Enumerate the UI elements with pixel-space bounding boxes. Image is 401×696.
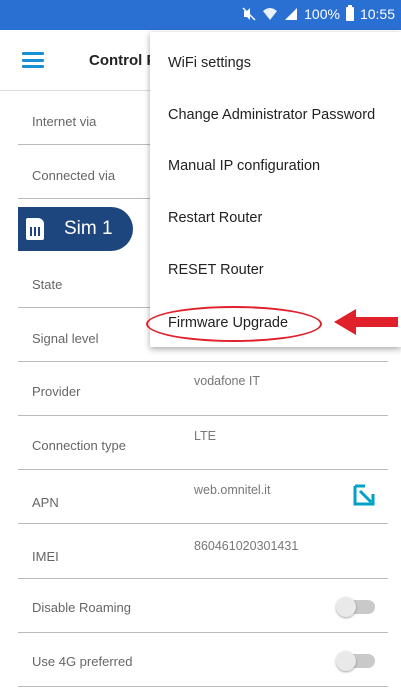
sim-card-icon	[26, 218, 44, 240]
status-bar: 100% 10:55	[0, 0, 401, 30]
signal-level-label: Signal level	[32, 331, 99, 346]
disable-roaming-label: Disable Roaming	[32, 600, 131, 615]
connection-type-value: LTE	[194, 429, 216, 443]
imei-value: 860461020301431	[194, 539, 299, 553]
sim-tab-label: Sim 1	[64, 218, 113, 239]
signal-icon	[285, 8, 298, 20]
connection-type-label: Connection type	[32, 438, 126, 453]
menu-item-change-admin-password[interactable]: Change Administrator Password	[168, 107, 375, 123]
menu-item-reset-router[interactable]: RESET Router	[168, 262, 264, 278]
clock: 10:55	[359, 6, 395, 22]
provider-value: vodafone IT	[194, 374, 261, 388]
connected-via-label: Connected via	[32, 168, 116, 183]
battery-icon	[345, 5, 354, 21]
menu-item-wifi-settings[interactable]: WiFi settings	[168, 55, 251, 71]
page-title: Control P	[89, 52, 157, 69]
highlight-ellipse	[146, 306, 322, 342]
apn-value: web.omnitel.it	[194, 483, 271, 497]
row-disable-roaming: Disable Roaming	[18, 578, 388, 633]
provider-label: Provider	[32, 384, 81, 399]
sim-tab[interactable]: Sim 1	[18, 207, 133, 251]
apn-label: APN	[32, 495, 59, 510]
internet-via-label: Internet via	[32, 114, 97, 129]
overflow-menu: WiFi settings Change Administrator Passw…	[150, 32, 401, 347]
mute-icon	[242, 7, 256, 21]
row-provider: Provider vodafone IT	[18, 361, 388, 416]
menu-item-restart-router[interactable]: Restart Router	[168, 210, 262, 226]
imei-label: IMEI	[32, 549, 59, 564]
hamburger-icon[interactable]	[22, 52, 44, 68]
row-imei: IMEI 860461020301431	[18, 523, 388, 579]
row-connection-type: Connection type LTE	[18, 415, 388, 470]
menu-item-manual-ip[interactable]: Manual IP configuration	[168, 158, 320, 174]
use-4g-toggle[interactable]	[336, 651, 375, 671]
status-icons: 100% 10:55	[242, 5, 395, 22]
battery-percent: 100%	[304, 6, 340, 22]
use-4g-label: Use 4G preferred	[32, 654, 133, 669]
row-use-4g: Use 4G preferred	[18, 632, 388, 687]
edit-apn-icon[interactable]	[351, 482, 377, 508]
wifi-icon	[263, 8, 278, 20]
red-arrow-icon	[334, 309, 398, 335]
state-label: State	[32, 277, 63, 292]
row-apn: APN web.omnitel.it	[18, 469, 388, 524]
disable-roaming-toggle[interactable]	[336, 597, 375, 617]
